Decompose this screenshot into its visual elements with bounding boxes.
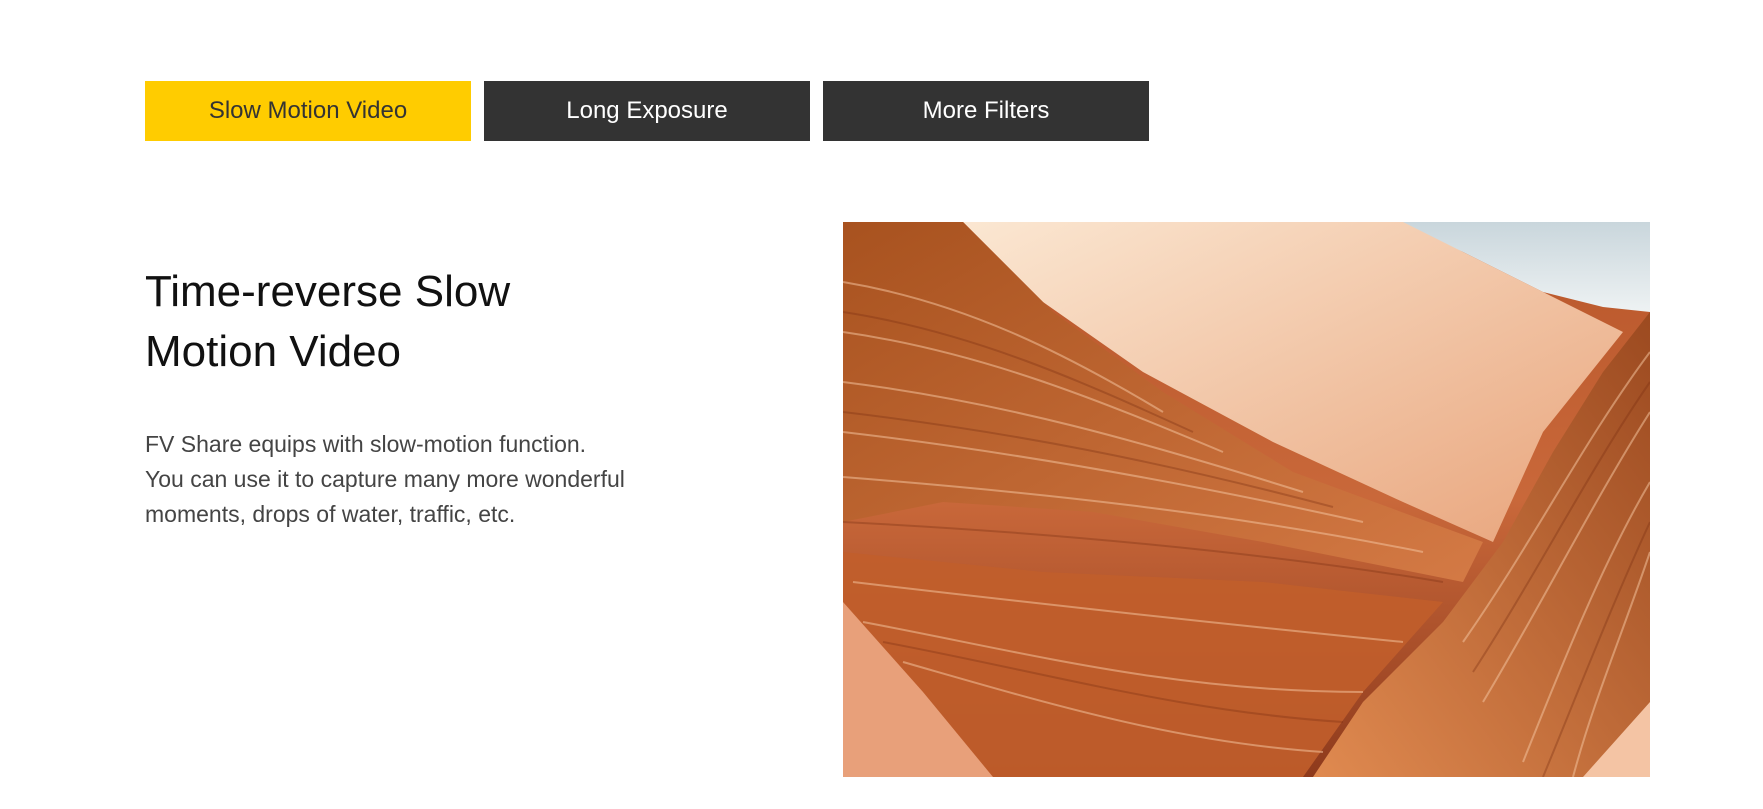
feature-description-line: You can use it to capture many more wond… [145, 466, 625, 492]
tab-more-filters[interactable]: More Filters [823, 81, 1149, 141]
feature-description-line: FV Share equips with slow-motion functio… [145, 431, 587, 457]
feature-description: FV Share equips with slow-motion functio… [145, 427, 745, 532]
feature-title-line: Motion Video [145, 327, 402, 376]
feature-section: Slow Motion Video Long Exposure More Fil… [0, 0, 1763, 809]
feature-title: Time-reverse Slow Motion Video [145, 262, 745, 382]
feature-tabs: Slow Motion Video Long Exposure More Fil… [145, 81, 1149, 141]
canyon-photo [843, 222, 1650, 777]
feature-title-line: Time-reverse Slow [145, 267, 511, 316]
feature-description-line: moments, drops of water, traffic, etc. [145, 501, 516, 527]
feature-copy: Time-reverse Slow Motion Video FV Share … [145, 262, 745, 532]
tab-slow-motion-video[interactable]: Slow Motion Video [145, 81, 471, 141]
tab-long-exposure[interactable]: Long Exposure [484, 81, 810, 141]
